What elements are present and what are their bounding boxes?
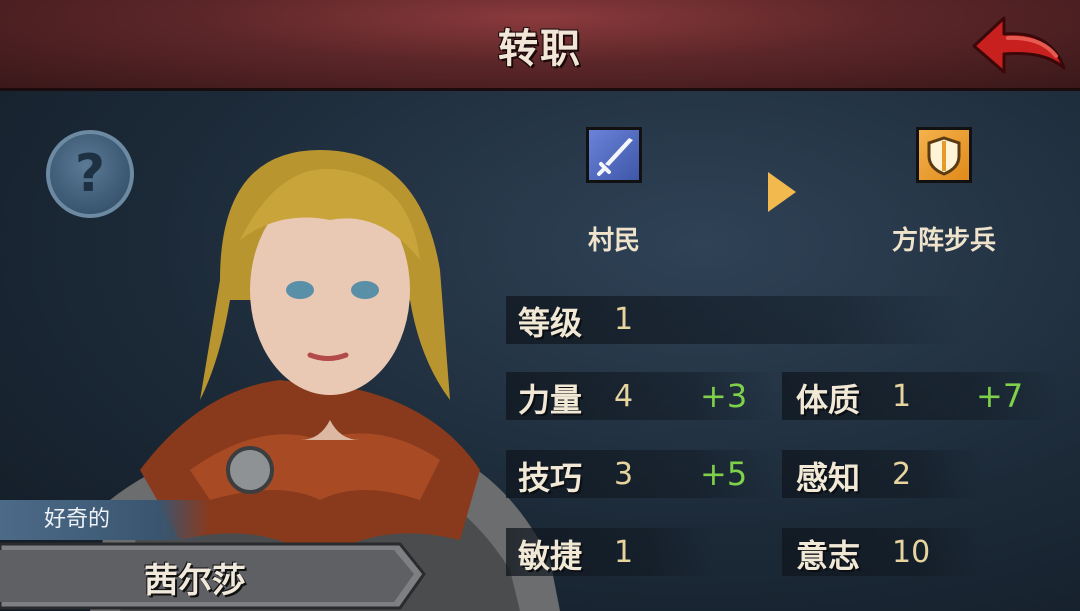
stat-label-strength: 力量 — [518, 381, 583, 419]
back-arrow-icon — [972, 16, 1066, 74]
back-button[interactable] — [970, 6, 1070, 82]
stat-label-constitution: 体质 — [796, 381, 861, 419]
stat-value-agility: 1 — [614, 535, 634, 570]
character-trait: 好奇的 — [0, 500, 210, 540]
stat-label-level: 等级 — [518, 304, 583, 342]
stat-bonus-strength: +3 — [700, 377, 748, 415]
stat-value-skill: 3 — [614, 457, 634, 492]
stat-label-will: 意志 — [796, 537, 861, 575]
stat-label-perception: 感知 — [796, 459, 861, 497]
character-name: 茜尔莎 — [144, 561, 246, 601]
target-class-name: 方阵步兵 — [891, 226, 996, 256]
shield-icon — [927, 136, 961, 176]
target-class-icon — [916, 127, 972, 183]
stat-value-will: 10 — [892, 535, 931, 570]
stat-value-constitution: 1 — [892, 379, 912, 414]
stat-value-strength: 4 — [614, 379, 634, 414]
stat-value-perception: 2 — [892, 457, 912, 492]
stat-label-agility: 敏捷 — [518, 537, 583, 575]
title-bar: 转职 — [0, 0, 1080, 91]
current-class-icon — [586, 127, 642, 183]
page-title: 转职 — [498, 26, 582, 72]
play-arrow-icon — [768, 172, 796, 212]
current-class-name: 村民 — [587, 226, 640, 256]
stat-bonus-constitution: +7 — [976, 377, 1024, 415]
stat-label-skill: 技巧 — [518, 459, 583, 497]
stat-bonus-skill: +5 — [700, 455, 748, 493]
stat-value-level: 1 — [614, 302, 634, 337]
sword-icon — [597, 138, 633, 176]
